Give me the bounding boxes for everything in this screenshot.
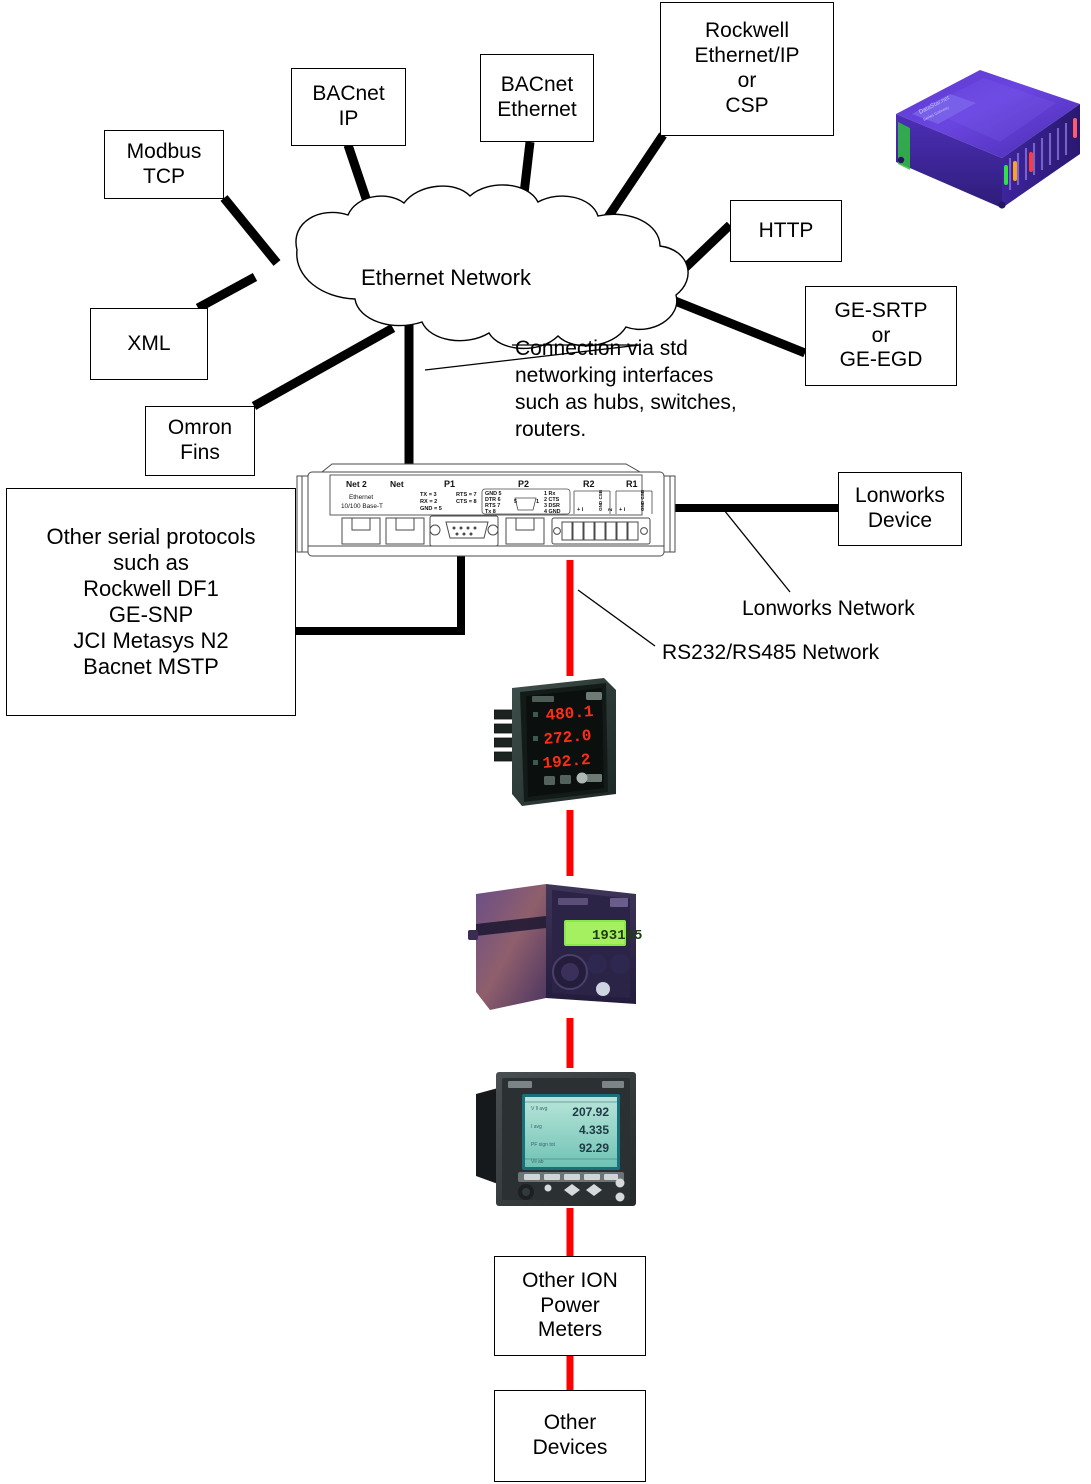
ion-meter-green-lcd-image: 193105 bbox=[468, 884, 642, 1010]
ion-meter-graphic-lcd-image: 207.92 4.335 92.29 V ll avg I avg PF sig… bbox=[476, 1072, 636, 1206]
annotation-rs-network: RS232/RS485 Network bbox=[662, 641, 880, 664]
svg-text:+ i: + i bbox=[619, 507, 626, 513]
gw-label-net2: Net 2 bbox=[346, 479, 367, 489]
svg-text:+ i: + i bbox=[577, 507, 584, 513]
svg-text:Tx 8: Tx 8 bbox=[485, 509, 496, 515]
leader-rs-network bbox=[577, 589, 656, 647]
svg-text:2: 2 bbox=[608, 508, 614, 511]
gw-label-ethernet: Ethernet bbox=[349, 494, 373, 501]
meter2-readout: 193105 bbox=[592, 928, 642, 944]
downstream-box-other-ion-meters[interactable]: Other ION Power Meters bbox=[494, 1256, 646, 1356]
svg-text:PF sign tot: PF sign tot bbox=[531, 1142, 556, 1148]
protocol-box-xml[interactable]: XML bbox=[90, 308, 208, 380]
gw-label-net1: Net bbox=[390, 479, 404, 489]
diagram-canvas: Ethernet Network Modbus TCP BACnet IP BA… bbox=[0, 0, 1091, 1484]
gw-port-rj45-net2 bbox=[341, 517, 381, 545]
protocol-box-omron-fins[interactable]: Omron Fins bbox=[145, 406, 255, 476]
protocol-gateway-unit-image: Net 2 Net Ethernet 10/100 Base-T P1 TX =… bbox=[296, 463, 676, 557]
gw-label-p2: P2 bbox=[518, 479, 529, 489]
gw-label-r2: R2 bbox=[583, 479, 595, 489]
protocol-box-bacnet-ethernet[interactable]: BACnet Ethernet bbox=[480, 54, 594, 142]
protocol-box-bacnet-ip[interactable]: BACnet IP bbox=[291, 68, 406, 146]
svg-text:CTS = 8: CTS = 8 bbox=[456, 499, 477, 505]
serial-protocols-box[interactable]: Other serial protocols such as Rockwell … bbox=[6, 488, 296, 716]
gw-port-rj45-p2 bbox=[505, 517, 545, 545]
svg-text:4 GND: 4 GND bbox=[544, 509, 561, 515]
protocol-box-ge-srtp[interactable]: GE-SRTP or GE-EGD bbox=[805, 286, 957, 386]
annotation-connection-note: Connection via std networking interfaces… bbox=[515, 337, 737, 441]
ion-power-meter-led-image: 480.1 272.0 192.2 bbox=[494, 678, 616, 806]
svg-text:1: 1 bbox=[536, 499, 539, 505]
protocol-box-rockwell[interactable]: Rockwell Ethernet/IP or CSP bbox=[660, 2, 834, 136]
svg-text:GND CSB: GND CSB bbox=[598, 489, 603, 511]
gw-label-p1: P1 bbox=[444, 479, 455, 489]
gw-p1-pins-left: TX = 3 bbox=[420, 492, 437, 498]
svg-text:V ll avg: V ll avg bbox=[531, 1106, 548, 1112]
annotation-lonworks-network: Lonworks Network bbox=[742, 597, 915, 620]
meter3-line-1: 207.92 bbox=[572, 1105, 609, 1119]
svg-text:Vll ab: Vll ab bbox=[531, 1159, 544, 1165]
purple-gateway-device-image: DataStar.net Series Gateway bbox=[896, 70, 1080, 209]
svg-text:RX = 2: RX = 2 bbox=[420, 499, 437, 505]
ethernet-cloud-label: Ethernet Network bbox=[361, 265, 531, 290]
gw-p1-pins-right: RTS = 7 bbox=[456, 492, 477, 498]
meter3-line-3: 92.29 bbox=[579, 1141, 609, 1155]
svg-text:5: 5 bbox=[514, 499, 517, 505]
svg-text:GND CSB: GND CSB bbox=[640, 489, 645, 511]
meter3-line-2: 4.335 bbox=[579, 1123, 609, 1137]
svg-text:GND = 5: GND = 5 bbox=[420, 506, 442, 512]
svg-text:I avg: I avg bbox=[531, 1124, 542, 1130]
gw-label-ethernet-speed: 10/100 Base-T bbox=[341, 503, 383, 510]
gw-port-rj45-net1 bbox=[385, 517, 425, 545]
protocol-box-http[interactable]: HTTP bbox=[730, 200, 842, 262]
downstream-box-other-devices[interactable]: Other Devices bbox=[494, 1390, 646, 1482]
lonworks-device-box[interactable]: Lonworks Device bbox=[838, 472, 962, 546]
protocol-box-modbus-tcp[interactable]: Modbus TCP bbox=[104, 130, 224, 199]
gw-label-r1: R1 bbox=[626, 479, 638, 489]
leader-lonworks-network bbox=[723, 509, 791, 593]
